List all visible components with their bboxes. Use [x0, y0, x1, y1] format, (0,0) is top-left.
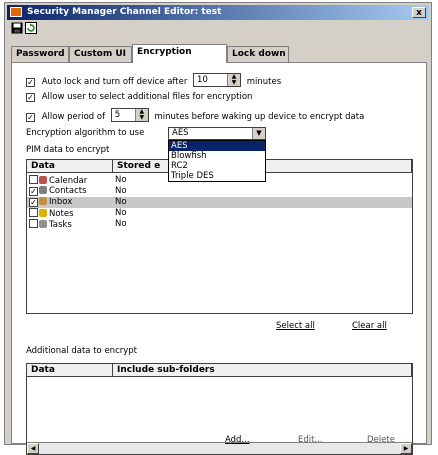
allow-period-stepper[interactable]: 5 ▲ ▼ [110, 108, 149, 122]
row-stored: No [115, 197, 127, 207]
algorithm-dropdown-list: AES Blowfish RC2 Triple DES [168, 140, 266, 182]
tasks-icon [39, 220, 47, 228]
scroll-left-icon[interactable]: ◀ [27, 443, 39, 454]
chevron-down-icon[interactable]: ▼ [252, 128, 265, 139]
auto-lock-unit: minutes [246, 77, 282, 87]
tab-lock-down[interactable]: Lock down [227, 46, 289, 62]
allow-period-row: ✓ Allow period of 5 ▲ ▼ minutes before wa… [26, 108, 364, 123]
row-name: Calendar [49, 176, 88, 186]
additional-label: Additional data to encrypt [26, 346, 137, 356]
scroll-right-icon[interactable]: ▶ [400, 443, 412, 454]
window-title: Security Manager Channel Editor: test [27, 7, 222, 17]
allow-select-checkbox[interactable]: ✓ [26, 93, 35, 102]
contacts-icon [39, 186, 47, 194]
additional-col-subfolders[interactable]: Include sub-folders [113, 364, 412, 377]
save-icon[interactable] [11, 22, 25, 36]
allow-period-label: Allow period of [41, 112, 106, 122]
row-stored: No [115, 186, 127, 196]
clear-all-link[interactable]: Clear all [352, 321, 387, 331]
table-row[interactable]: Notes No [27, 208, 412, 219]
auto-lock-checkbox[interactable]: ✓ [26, 78, 35, 87]
delete-button[interactable]: Delete [367, 435, 395, 445]
additional-col-data[interactable]: Data [27, 364, 113, 377]
table-row[interactable]: ✓ Contacts No [27, 186, 412, 197]
row-name: Inbox [49, 197, 73, 207]
spin-arrows-icon[interactable]: ▲ ▼ [227, 74, 241, 86]
table-row[interactable]: Tasks No [27, 219, 412, 230]
close-button[interactable]: x [412, 7, 426, 18]
row-stored: No [115, 175, 127, 185]
editor-window: Security Manager Channel Editor: test x … [4, 2, 432, 455]
algorithm-option-triple-des[interactable]: Triple DES [169, 171, 265, 181]
additional-data-table: Data Include sub-folders ◀ ▶ [26, 363, 413, 455]
row-checkbox[interactable] [29, 175, 38, 184]
row-name: Notes [49, 209, 74, 219]
allow-period-unit: minutes before waking up device to encry… [154, 112, 365, 122]
encryption-panel: ✓ Auto lock and turn off device after 10… [11, 62, 427, 455]
select-all-link[interactable]: Select all [276, 321, 315, 331]
spin-arrows-icon[interactable]: ▲ ▼ [134, 109, 148, 121]
row-checkbox[interactable]: ✓ [29, 187, 38, 196]
add-button[interactable]: Add... [225, 435, 250, 445]
row-stored: No [115, 219, 127, 229]
tab-password[interactable]: Password [11, 46, 69, 62]
allow-select-label: Allow user to select additional files fo… [41, 92, 253, 102]
algorithm-selected-value: AES [172, 128, 189, 138]
row-checkbox[interactable] [29, 208, 38, 217]
inbox-icon [39, 197, 47, 205]
row-checkbox[interactable] [29, 219, 38, 228]
auto-lock-minutes-stepper[interactable]: 10 ▲ ▼ [193, 73, 242, 87]
allow-period-checkbox[interactable]: ✓ [26, 113, 35, 122]
auto-lock-label: Auto lock and turn off device after [41, 77, 188, 87]
allow-period-value: 5 [114, 110, 121, 120]
row-name: Tasks [49, 220, 72, 230]
algorithm-select[interactable]: AES ▼ [168, 127, 266, 140]
auto-lock-minutes-value: 10 [197, 75, 208, 85]
table-row[interactable]: ✓ Inbox No [27, 197, 412, 208]
pim-data-table: Data Stored e Calendar No ✓ Contacts No ✓… [26, 159, 413, 314]
algorithm-option-blowfish[interactable]: Blowfish [169, 151, 265, 161]
auto-lock-row: ✓ Auto lock and turn off device after 10… [26, 73, 281, 88]
app-icon [10, 7, 22, 17]
algorithm-option-aes[interactable]: AES [169, 141, 265, 151]
algorithm-label: Encryption algorithm to use [26, 128, 145, 138]
row-checkbox[interactable]: ✓ [29, 198, 38, 207]
row-name: Contacts [49, 186, 87, 196]
tab-custom-ui[interactable]: Custom UI [69, 46, 132, 62]
refresh-icon[interactable] [25, 22, 39, 36]
pim-label: PIM data to encrypt [26, 145, 110, 155]
pim-col-data[interactable]: Data [27, 160, 113, 173]
title-bar: Security Manager Channel Editor: test x [7, 5, 429, 20]
allow-select-row: ✓ Allow user to select additional files … [26, 91, 252, 103]
calendar-icon [39, 176, 47, 184]
notes-icon [39, 209, 47, 217]
row-stored: No [115, 208, 127, 218]
tab-encryption[interactable]: Encryption [132, 44, 227, 63]
algorithm-option-rc2[interactable]: RC2 [169, 161, 265, 171]
edit-button[interactable]: Edit... [298, 435, 323, 445]
horizontal-scrollbar[interactable]: ◀ ▶ [27, 442, 412, 454]
